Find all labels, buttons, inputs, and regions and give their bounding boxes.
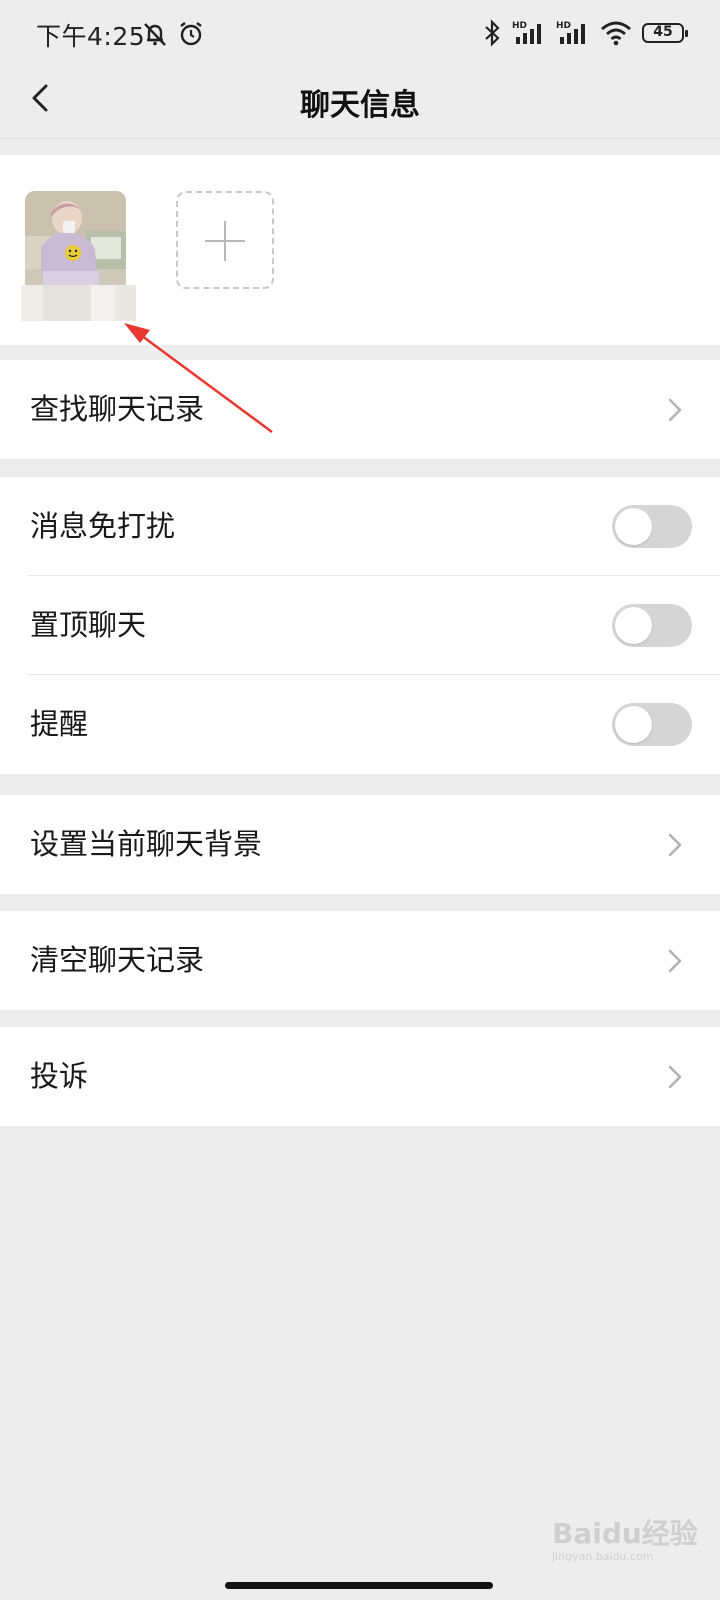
settings-group: 消息免打扰 置顶聊天 提醒: [0, 477, 720, 774]
home-indicator[interactable]: [225, 1582, 493, 1589]
row-mute-notifications: 消息免打扰: [0, 477, 720, 576]
chevron-right-icon: [668, 833, 682, 857]
row-label: 投诉: [30, 1059, 89, 1093]
pin-toggle[interactable]: [612, 604, 692, 647]
watermark-text: Baidu经验: [552, 1517, 698, 1550]
row-label: 提醒: [30, 707, 89, 741]
settings-group: 清空聊天记录: [0, 911, 720, 1010]
chevron-right-icon: [668, 398, 682, 422]
row-label: 消息免打扰: [30, 509, 176, 543]
bluetooth-icon: [485, 19, 500, 47]
avatar[interactable]: [25, 191, 126, 292]
settings-group: 设置当前聊天背景: [0, 795, 720, 894]
alarm-icon: [180, 22, 202, 46]
hd-label: HD: [556, 21, 571, 31]
settings-group: 投诉: [0, 1027, 720, 1126]
reminder-toggle[interactable]: [612, 703, 692, 746]
row-label: 设置当前聊天背景: [30, 827, 263, 861]
row-clear-history[interactable]: 清空聊天记录: [0, 911, 720, 1010]
chevron-right-icon: [668, 949, 682, 973]
battery-icon: 45: [642, 23, 688, 43]
row-reminder: 提醒: [0, 675, 720, 774]
members-panel: [0, 155, 720, 345]
row-chat-background[interactable]: 设置当前聊天背景: [0, 795, 720, 894]
wifi-icon: [601, 21, 631, 46]
watermark-logo: Baidu经验 jingyan.baidu.com: [552, 1512, 702, 1572]
row-complaint[interactable]: 投诉: [0, 1027, 720, 1126]
mute-toggle[interactable]: [612, 505, 692, 548]
chevron-right-icon: [668, 1065, 682, 1089]
divider: [0, 138, 720, 139]
avatar-photo: [25, 191, 126, 292]
row-label: 置顶聊天: [30, 608, 147, 642]
signal-hd-icon: HD: [556, 21, 585, 44]
row-search-history[interactable]: 查找聊天记录: [0, 360, 720, 459]
row-label: 清空聊天记录: [30, 943, 205, 977]
settings-group: 查找聊天记录: [0, 360, 720, 459]
nav-bar: 聊天信息: [0, 60, 720, 138]
toggle-knob: [615, 706, 652, 743]
mute-bell-icon: [144, 23, 166, 46]
row-pin-chat: 置顶聊天: [0, 576, 720, 675]
hd-label: HD: [512, 21, 527, 31]
page-title: 聊天信息: [300, 88, 420, 123]
toggle-knob: [615, 508, 652, 545]
battery-level: 45: [653, 24, 673, 40]
add-member-button[interactable]: [176, 191, 274, 289]
row-label: 查找聊天记录: [30, 392, 205, 426]
member-item[interactable]: [21, 191, 136, 321]
status-time: 下午4:25: [36, 22, 146, 51]
toggle-knob: [615, 607, 652, 644]
watermark-url: jingyan.baidu.com: [552, 1550, 654, 1563]
member-name-blurred: [21, 285, 136, 321]
signal-hd-icon: HD: [512, 21, 541, 44]
